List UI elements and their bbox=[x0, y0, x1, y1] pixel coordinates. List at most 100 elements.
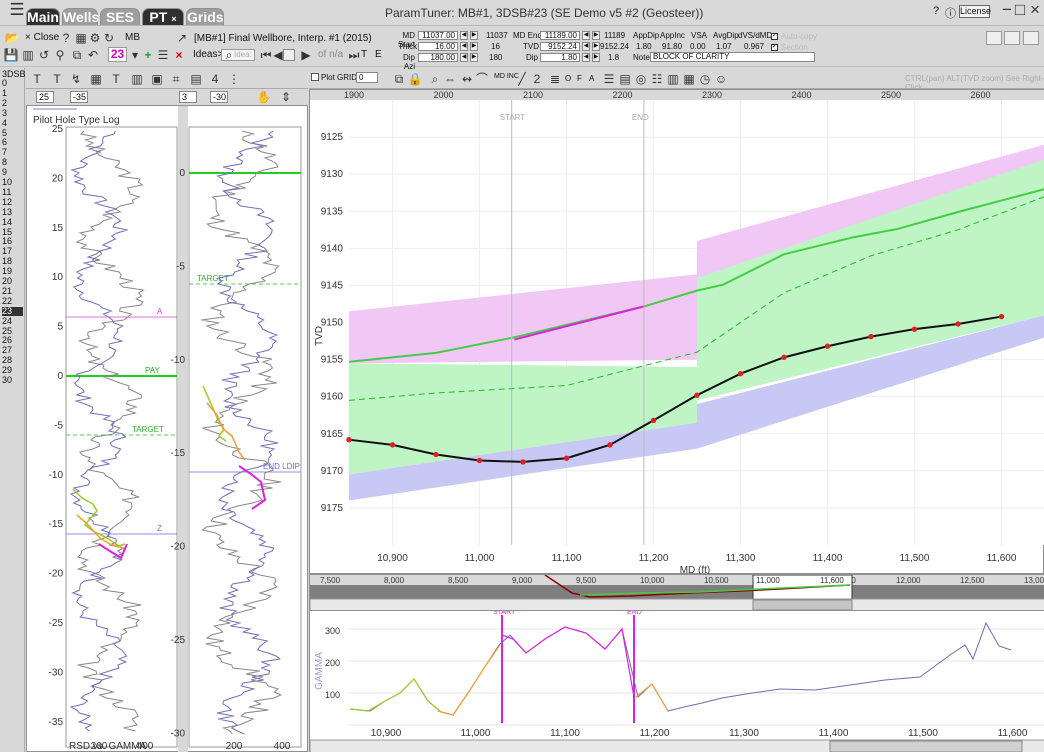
close-window-icon[interactable]: × bbox=[1022, 1, 1044, 21]
well-number-field[interactable]: 23 bbox=[108, 47, 127, 62]
save-icon[interactable]: 💾 bbox=[3, 47, 19, 63]
auto-copy-checkbox[interactable]: ✓ bbox=[771, 33, 778, 40]
clock-icon[interactable]: ◷ bbox=[697, 71, 713, 87]
tab-pt[interactable]: PT × bbox=[142, 8, 184, 25]
thick-up-button[interactable]: ▶ bbox=[470, 42, 478, 51]
sidebar-row-7[interactable]: 7 bbox=[2, 148, 22, 157]
copy-plot-icon[interactable]: ⧉ bbox=[391, 71, 407, 87]
sidebar-row-30[interactable]: 30 bbox=[2, 376, 22, 385]
sidebar-row-3[interactable]: 3 bbox=[2, 108, 22, 118]
plot-grid-checkbox[interactable] bbox=[311, 73, 319, 81]
sidebar-row-4[interactable]: 4 bbox=[2, 118, 22, 128]
plus4-icon[interactable]: 4 bbox=[207, 71, 223, 87]
dip-azi-up-button[interactable]: ▶ bbox=[470, 53, 478, 62]
mode-icon[interactable]: ↭ bbox=[459, 71, 475, 87]
tab-grids[interactable]: Grids bbox=[186, 8, 224, 25]
tab-main[interactable]: Main bbox=[26, 8, 60, 25]
sidebar-row-17[interactable]: 17 bbox=[2, 247, 22, 256]
sidebar-row-26[interactable]: 26 bbox=[2, 336, 22, 345]
stack-icon[interactable]: 2 bbox=[529, 71, 545, 87]
refresh-icon[interactable]: ↺ bbox=[36, 47, 52, 63]
list-view-icon[interactable]: ☷ bbox=[649, 71, 665, 87]
sidebar-row-8[interactable]: 8 bbox=[2, 158, 22, 167]
layout-icon[interactable] bbox=[986, 31, 1002, 45]
sidebar-row-29[interactable]: 29 bbox=[2, 366, 22, 375]
columns-icon[interactable]: ⋮ bbox=[226, 71, 242, 87]
next-icon[interactable]: ▶ bbox=[298, 47, 314, 63]
sidebar-row-10[interactable]: 10 bbox=[2, 178, 22, 187]
section-checkbox[interactable]: ✓ bbox=[771, 44, 778, 51]
sidebar-row-19[interactable]: 19 bbox=[2, 267, 22, 276]
tvd-input[interactable]: 9152.24 bbox=[540, 42, 580, 51]
line-icon[interactable]: ╱ bbox=[514, 71, 530, 87]
chart-icon[interactable]: ▥ bbox=[20, 47, 36, 63]
settings-panel-icon[interactable] bbox=[1023, 31, 1039, 45]
sidebar-row-24[interactable]: 24 bbox=[2, 316, 22, 326]
sidebar-row-0[interactable]: 0 bbox=[2, 79, 22, 88]
dip-down-button[interactable]: ◀ bbox=[582, 53, 590, 62]
lock-icon[interactable]: 🔒 bbox=[407, 71, 423, 87]
sidebar-row-12[interactable]: 12 bbox=[2, 197, 22, 207]
table-view-icon[interactable]: ▤ bbox=[617, 71, 633, 87]
sidebar-row-22[interactable]: 22 bbox=[2, 296, 22, 306]
track-alt-icon[interactable]: T bbox=[49, 71, 65, 87]
fmt-o[interactable]: O bbox=[565, 74, 571, 83]
sidebar-row-27[interactable]: 27 bbox=[2, 346, 22, 355]
bottom-depth-input[interactable]: -35 bbox=[70, 91, 88, 103]
sidebar-row-21[interactable]: 21 bbox=[2, 286, 22, 296]
license-button[interactable]: License bbox=[959, 5, 991, 18]
offset-input[interactable]: -30 bbox=[210, 91, 228, 103]
dip-azi-down-button[interactable]: ◀ bbox=[460, 53, 468, 62]
resize-icon[interactable]: ⇔ bbox=[442, 71, 458, 87]
dip-up-button[interactable]: ▶ bbox=[592, 53, 600, 62]
sidebar-row-2[interactable]: 2 bbox=[2, 98, 22, 108]
undo-icon[interactable]: ↶ bbox=[85, 47, 101, 63]
fmt-f[interactable]: F bbox=[577, 74, 582, 83]
md-end-input[interactable]: 11189.00 bbox=[540, 31, 580, 40]
info-icon[interactable]: ⓘ bbox=[945, 5, 956, 21]
sidebar-row-5[interactable]: 5 bbox=[2, 128, 22, 138]
fmt-a[interactable]: A bbox=[589, 74, 594, 83]
tab-wells[interactable]: Wells bbox=[62, 8, 99, 25]
plot-grid-input[interactable]: 0 bbox=[356, 72, 378, 83]
last-icon[interactable]: ⏭ bbox=[346, 47, 362, 63]
path-icon[interactable]: ↯ bbox=[68, 71, 84, 87]
md-end-down-button[interactable]: ◀ bbox=[582, 31, 590, 40]
sidebar-row-9[interactable]: 9 bbox=[2, 168, 22, 177]
align-icon[interactable]: ☰ bbox=[601, 71, 617, 87]
binoculars-icon[interactable]: ⌕ bbox=[427, 71, 443, 87]
zoom-fit-icon[interactable]: ⇕ bbox=[278, 89, 294, 105]
color-icon[interactable]: ▥ bbox=[129, 71, 145, 87]
smile-icon[interactable]: ☺ bbox=[713, 71, 729, 87]
sidebar-row-16[interactable]: 16 bbox=[2, 237, 22, 246]
sidebar-row-18[interactable]: 18 bbox=[2, 257, 22, 266]
top-depth-input[interactable]: 25 bbox=[36, 91, 54, 103]
tvd-down-button[interactable]: ◀ bbox=[582, 42, 590, 51]
help-icon[interactable]: ? bbox=[933, 5, 939, 17]
scale-input[interactable]: 3 bbox=[179, 91, 197, 103]
close-icon[interactable]: × bbox=[171, 14, 176, 24]
sidebar-row-6[interactable]: 6 bbox=[2, 138, 22, 147]
sidebar-row-13[interactable]: 13 bbox=[2, 207, 22, 217]
lines-icon[interactable]: ≣ bbox=[547, 71, 563, 87]
sidebar-row-1[interactable]: 1 bbox=[2, 88, 22, 98]
curve-icon[interactable]: ⌒ bbox=[474, 71, 490, 87]
text-icon[interactable]: T bbox=[108, 71, 124, 87]
hand-icon[interactable]: ✋ bbox=[256, 89, 272, 105]
track-icon[interactable]: T bbox=[29, 71, 45, 87]
filter-view-icon[interactable]: ▦ bbox=[681, 71, 697, 87]
sidebar-row-20[interactable]: 20 bbox=[2, 277, 22, 286]
thick-down-button[interactable]: ◀ bbox=[460, 42, 468, 51]
monitor-icon[interactable] bbox=[1004, 31, 1020, 45]
idea-index-field[interactable] bbox=[283, 49, 295, 61]
dip-input[interactable]: 1.80 bbox=[540, 53, 580, 62]
table-icon[interactable]: ▤ bbox=[188, 71, 204, 87]
e-button[interactable]: E bbox=[375, 47, 382, 63]
note-input[interactable]: BLOCK OF CLARITY bbox=[650, 52, 815, 62]
md-start-up-button[interactable]: ▶ bbox=[470, 31, 478, 40]
md-start-down-button[interactable]: ◀ bbox=[460, 31, 468, 40]
columns-view-icon[interactable]: ▥ bbox=[665, 71, 681, 87]
bars-icon[interactable]: ▣ bbox=[149, 71, 165, 87]
thick-input[interactable]: 16.00 bbox=[418, 42, 458, 51]
pattern-icon[interactable]: ▦ bbox=[88, 71, 104, 87]
